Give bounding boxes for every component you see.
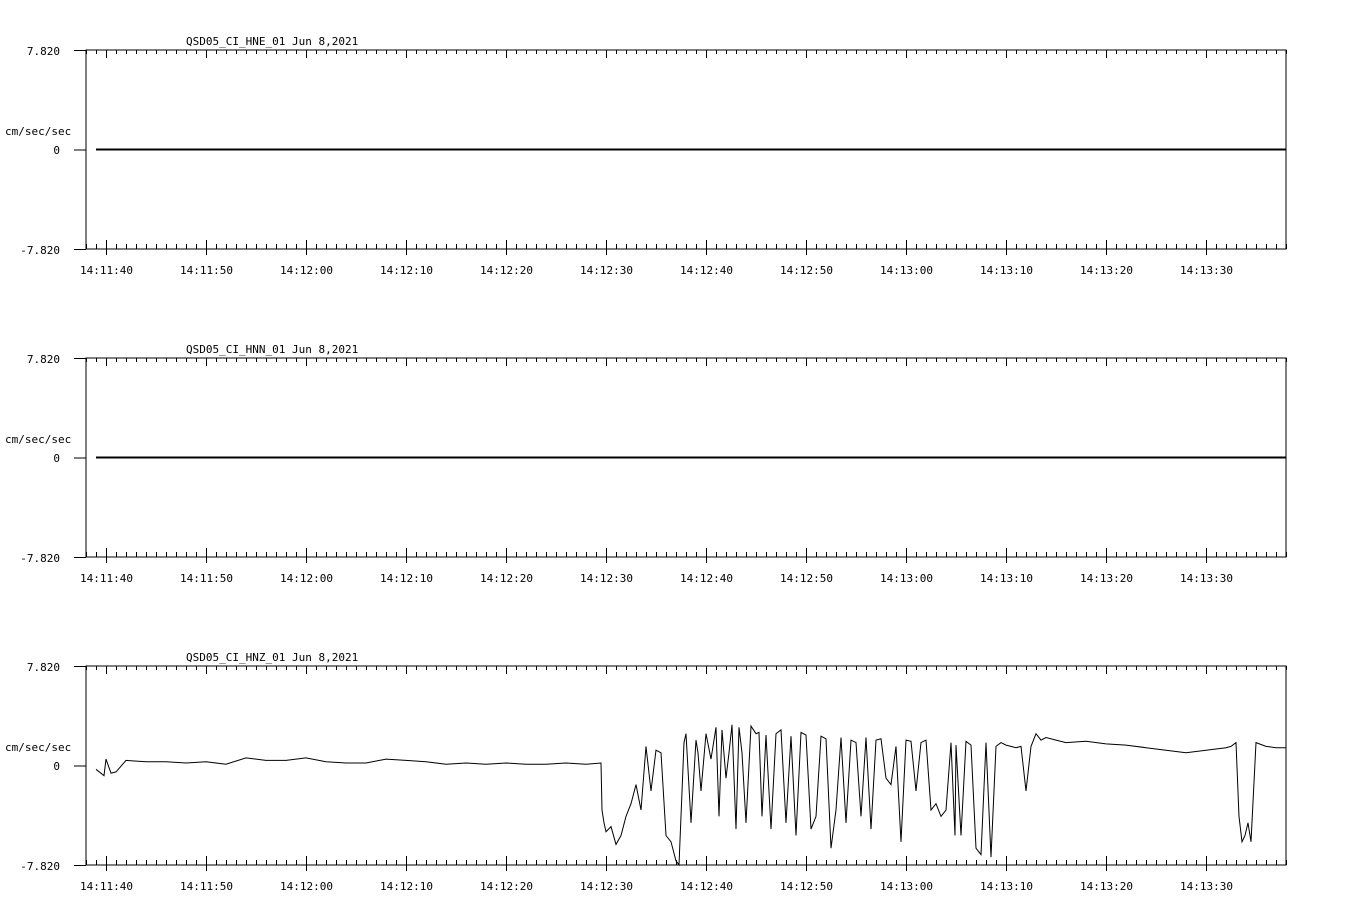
ytick-zero: 0 (53, 760, 60, 773)
x-tick-label: 14:12:20 (480, 880, 533, 893)
x-tick-label: 14:12:10 (380, 264, 433, 277)
panel-hnn: QSD05_CI_HNN_01 Jun 8,2021 cm/sec/sec 7.… (5, 343, 1287, 585)
x-tick-label: 14:12:00 (280, 572, 333, 585)
x-tick-label: 14:13:00 (880, 264, 933, 277)
x-axis: 14:11:40 14:11:50 14:12:00 14:12:10 14:12:20… (74, 666, 1287, 893)
x-tick-label: 14:13:30 (1180, 880, 1233, 893)
seismogram-figure: QSD05_CI_HNE_01 Jun 8,2021 cm/sec/sec 7.… (5, 35, 1287, 893)
x-tick-label: 14:12:30 (580, 880, 633, 893)
ytick-bottom: -7.820 (20, 860, 60, 873)
x-tick-label: 14:13:30 (1180, 264, 1233, 277)
x-tick-label: 14:13:00 (880, 572, 933, 585)
x-tick-label: 14:12:00 (280, 880, 333, 893)
x-tick-label: 14:11:40 (80, 880, 133, 893)
x-tick-label: 14:12:40 (680, 880, 733, 893)
x-tick-label: 14:12:50 (780, 572, 833, 585)
panel-title: QSD05_CI_HNZ_01 Jun 8,2021 (186, 651, 358, 664)
ylabel: cm/sec/sec (5, 433, 71, 446)
x-tick-label: 14:11:40 (80, 264, 133, 277)
x-tick-label: 14:12:30 (580, 264, 633, 277)
ytick-top: 7.820 (27, 661, 60, 674)
x-tick-label: 14:12:50 (780, 880, 833, 893)
x-tick-label: 14:12:50 (780, 264, 833, 277)
x-tick-label: 14:11:50 (180, 264, 233, 277)
x-axis: 14:11:40 14:11:50 14:12:00 14:12:10 14:12:20… (74, 50, 1287, 277)
ylabel: cm/sec/sec (5, 741, 71, 754)
ytick-bottom: -7.820 (20, 552, 60, 565)
trace-line (95, 724, 1286, 867)
x-tick-label: 14:13:20 (1080, 572, 1133, 585)
panel-hne: QSD05_CI_HNE_01 Jun 8,2021 cm/sec/sec 7.… (5, 35, 1287, 277)
x-tick-label: 14:11:50 (180, 880, 233, 893)
x-tick-label: 14:11:50 (180, 572, 233, 585)
x-tick-label: 14:12:10 (380, 880, 433, 893)
plot-frame (85, 665, 1287, 866)
x-tick-label: 14:12:30 (580, 572, 633, 585)
panel-title: QSD05_CI_HNN_01 Jun 8,2021 (186, 343, 358, 356)
ytick-zero: 0 (53, 144, 60, 157)
ytick-zero: 0 (53, 452, 60, 465)
x-tick-label: 14:12:20 (480, 572, 533, 585)
x-tick-label: 14:11:40 (80, 572, 133, 585)
x-tick-label: 14:13:10 (980, 264, 1033, 277)
x-tick-label: 14:12:40 (680, 264, 733, 277)
x-tick-label: 14:12:40 (680, 572, 733, 585)
x-tick-label: 14:13:20 (1080, 880, 1133, 893)
trace (95, 724, 1286, 867)
x-axis: 14:11:40 14:11:50 14:12:00 14:12:10 14:12:20… (74, 358, 1287, 585)
ytick-top: 7.820 (27, 45, 60, 58)
x-tick-label: 14:13:30 (1180, 572, 1233, 585)
x-tick-label: 14:13:10 (980, 572, 1033, 585)
x-tick-label: 14:13:20 (1080, 264, 1133, 277)
x-tick-label: 14:12:20 (480, 264, 533, 277)
ytick-top: 7.820 (27, 353, 60, 366)
panel-hnz: QSD05_CI_HNZ_01 Jun 8,2021 cm/sec/sec 7.… (5, 651, 1287, 893)
x-tick-label: 14:12:00 (280, 264, 333, 277)
x-tick-label: 14:12:10 (380, 572, 433, 585)
x-tick-label: 14:13:10 (980, 880, 1033, 893)
x-tick-label: 14:13:00 (880, 880, 933, 893)
ytick-bottom: -7.820 (20, 244, 60, 257)
panel-title: QSD05_CI_HNE_01 Jun 8,2021 (186, 35, 358, 48)
ylabel: cm/sec/sec (5, 125, 71, 138)
